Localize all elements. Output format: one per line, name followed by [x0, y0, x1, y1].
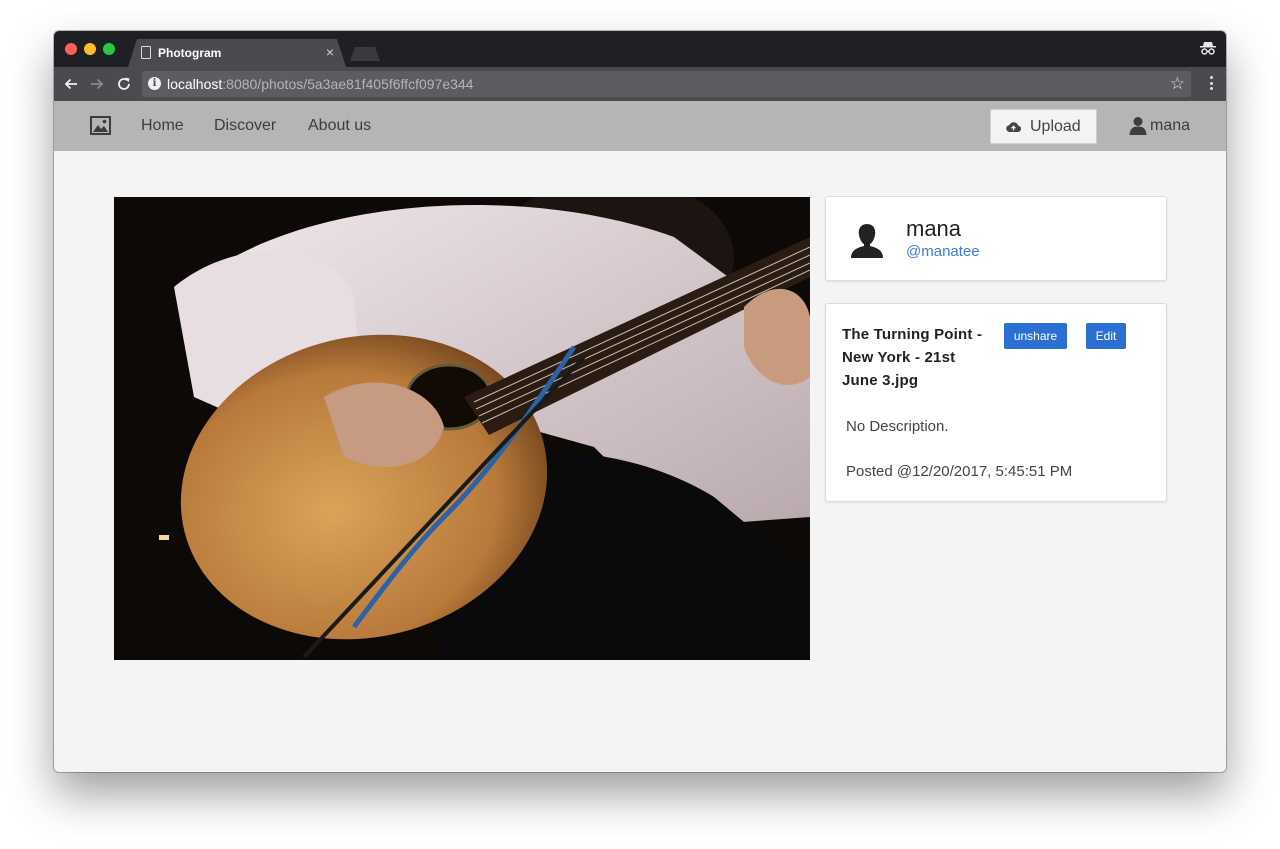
posted-timestamp: Posted @12/20/2017, 5:45:51 PM	[846, 463, 1073, 480]
maximize-window-button[interactable]	[103, 43, 115, 55]
forward-arrow-icon[interactable]	[88, 75, 106, 93]
back-arrow-icon[interactable]	[62, 75, 80, 93]
profile-name: mana	[906, 216, 962, 241]
browser-toolbar: i localhost:8080/photos/5a3ae81f405f6ffc…	[54, 67, 1226, 101]
guitar-photo-illustration	[114, 197, 810, 660]
profile-handle-link[interactable]: @manatee	[906, 243, 980, 260]
nav-about-link[interactable]: About us	[308, 117, 371, 135]
upload-button[interactable]: Upload	[990, 109, 1097, 144]
nav-discover-link[interactable]: Discover	[214, 117, 276, 135]
tab-title: Photogram	[158, 46, 222, 60]
minimize-window-button[interactable]	[84, 43, 96, 55]
file-icon	[141, 46, 151, 59]
user-icon[interactable]	[1129, 116, 1147, 135]
app-navbar: Home Discover About us Upload mana	[54, 101, 1226, 151]
close-window-button[interactable]	[65, 43, 77, 55]
bookmark-star-icon[interactable]: ☆	[1170, 74, 1185, 94]
browser-window: Photogram × i localhost:8080/photos/5a3a…	[54, 31, 1226, 772]
image-icon[interactable]	[90, 116, 111, 135]
tab-photogram[interactable]: Photogram ×	[128, 39, 346, 67]
site-info-icon[interactable]: i	[148, 77, 161, 90]
cloud-upload-icon	[1006, 122, 1021, 133]
address-bar[interactable]: i localhost:8080/photos/5a3ae81f405f6ffc…	[142, 71, 1191, 97]
incognito-icon	[1200, 42, 1216, 55]
nav-home-link[interactable]: Home	[141, 117, 184, 135]
browser-menu-icon[interactable]	[1210, 76, 1214, 92]
reload-icon[interactable]	[115, 75, 133, 93]
nav-user-name[interactable]: mana	[1150, 117, 1190, 135]
upload-label: Upload	[1030, 118, 1081, 135]
avatar-icon	[851, 224, 883, 258]
unshare-button[interactable]: unshare	[1004, 323, 1067, 349]
photo-title: The Turning Point - New York - 21st June…	[842, 326, 983, 389]
url-text[interactable]: localhost:8080/photos/5a3ae81f405f6ffcf0…	[167, 76, 473, 92]
tab-bar: Photogram ×	[54, 31, 1226, 67]
photo-image	[114, 197, 810, 660]
photo-info-card: The Turning Point - New York - 21st June…	[825, 303, 1167, 502]
new-tab-button[interactable]	[350, 47, 380, 61]
url-path: :8080/photos/5a3ae81f405f6ffcf097e344	[222, 76, 474, 92]
edit-button[interactable]: Edit	[1086, 323, 1126, 349]
tab-close-icon[interactable]: ×	[326, 44, 334, 60]
photo-description: No Description.	[846, 418, 949, 435]
user-card: mana @manatee	[825, 196, 1167, 281]
url-host: localhost	[167, 76, 223, 92]
